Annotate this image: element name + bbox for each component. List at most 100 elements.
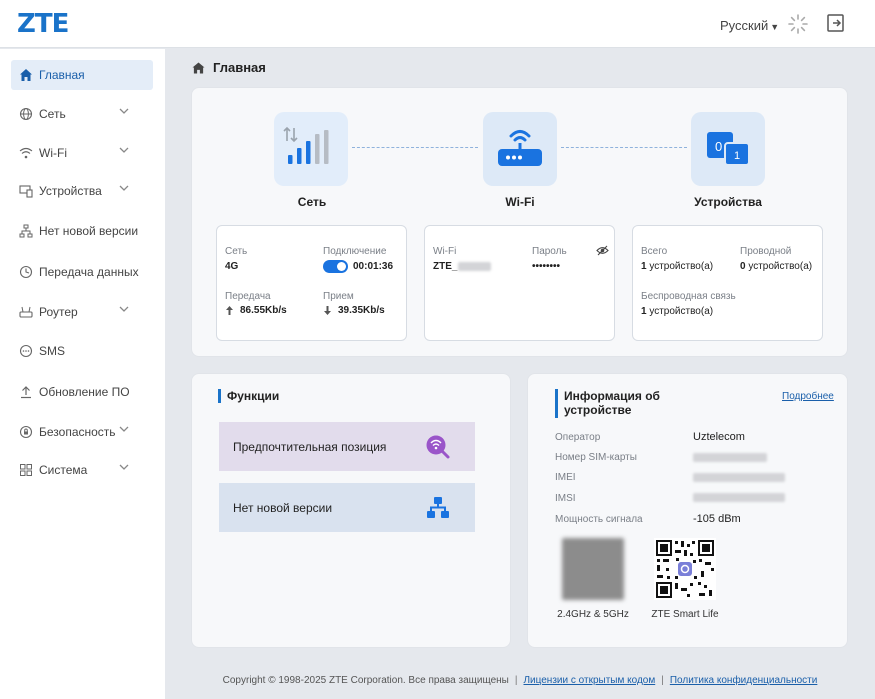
sidebar-item-sms[interactable]: SMS [11, 336, 153, 366]
open-source-license-link[interactable]: Лицензии с открытым кодом [523, 675, 655, 686]
connection-toggle[interactable] [323, 260, 348, 273]
page-title: Главная [192, 60, 266, 75]
copyright-text: Copyright © 1998-2025 ZTE Corporation. В… [222, 675, 509, 686]
signal-strength-value: -105 dBm [693, 513, 741, 525]
sidebar-item-router[interactable]: Роутер [11, 297, 153, 327]
grid-icon [20, 464, 32, 476]
ssid-value: ZTE_ [433, 261, 458, 272]
router-wifi-icon [498, 130, 542, 166]
sidebar-item-label: SMS [39, 344, 66, 358]
devices-icon [19, 185, 33, 198]
network-stats-box: Сеть 4G Подключение 00:01:36 Передача 86… [216, 225, 407, 341]
wifi-stats-box: Wi-Fi ZTE_ Пароль •••••••• [424, 225, 615, 341]
imsi-redacted [693, 493, 785, 502]
privacy-policy-link[interactable]: Политика конфиденциальности [670, 675, 818, 686]
mesh-network-icon [427, 497, 449, 518]
wired-devices-value: 0 устройство(а) [740, 261, 813, 272]
clock-icon [19, 265, 33, 279]
sidebar-item-label: Устройства [39, 184, 102, 198]
app-qr-code [654, 538, 716, 600]
signal-bars-icon [283, 126, 329, 164]
arrow-down-icon [324, 306, 331, 315]
language-select[interactable]: Русский ▼ [720, 18, 779, 33]
sidebar-item-update[interactable]: Обновление ПО [11, 377, 153, 407]
sidebar-item-devices[interactable]: Устройства [11, 176, 153, 206]
sms-icon [19, 344, 33, 358]
function-label: Нет новой версии [233, 500, 333, 515]
sidebar-item-system[interactable]: Система [11, 455, 153, 485]
sidebar-item-mesh[interactable]: Нет новой версии [11, 216, 153, 246]
footer-separator: | [661, 675, 664, 686]
connector-line [352, 147, 478, 148]
device-info-title: Информация об устройстве [555, 389, 670, 418]
wifi-tile[interactable] [483, 112, 557, 186]
svg-text:0: 0 [715, 139, 722, 154]
upload-value: 86.55Kb/s [240, 305, 287, 316]
sidebar-item-label: Передача данных [39, 265, 139, 279]
mesh-icon [19, 224, 33, 238]
upload-label: Передача [225, 291, 271, 302]
wired-devices-label: Проводной [740, 246, 792, 257]
chevron-down-icon [119, 147, 129, 153]
router-icon [19, 306, 33, 318]
ssid-redacted [458, 262, 491, 271]
net-type-label: Сеть [225, 246, 248, 257]
sidebar-item-label: Главная [39, 68, 85, 82]
sidebar-item-data-transfer[interactable]: Передача данных [11, 257, 153, 287]
no-new-version-button[interactable]: Нет новой версии [219, 483, 475, 532]
devices-label: Устройства [694, 195, 762, 209]
signal-strength-label: Мощность сигнала [555, 514, 643, 525]
operator-label: Оператор [555, 432, 601, 443]
svg-text:1: 1 [734, 150, 740, 162]
total-devices-label: Всего [641, 246, 668, 257]
devices-tile[interactable]: 0 1 [691, 112, 765, 186]
functions-title: Функции [218, 389, 279, 404]
password-label: Пароль [532, 246, 567, 257]
sidebar-item-label: Система [39, 463, 88, 477]
chevron-down-icon [119, 185, 129, 191]
sidebar-item-label: Обновление ПО [39, 385, 130, 399]
wifi-icon [19, 147, 33, 159]
language-label: Русский [720, 18, 769, 33]
net-type-value: 4G [225, 261, 239, 272]
download-label: Прием [323, 291, 354, 302]
zte-logo: ZTE [17, 9, 69, 39]
network-tile[interactable] [274, 112, 348, 186]
sidebar-item-network[interactable]: Сеть [11, 99, 153, 129]
total-devices-value: 1 устройство(а) [641, 261, 714, 272]
top-header: ZTE Русский ▼ [0, 0, 875, 48]
devices-count-icon: 0 1 [707, 132, 750, 166]
sidebar-item-label: Сеть [39, 107, 66, 121]
sidebar-item-label: Роутер [39, 305, 78, 319]
globe-icon [19, 107, 33, 121]
eye-hidden-icon[interactable] [596, 245, 609, 256]
sidebar-item-wifi[interactable]: Wi-Fi [11, 138, 153, 168]
app-qr-caption: ZTE Smart Life [651, 609, 719, 620]
logout-icon[interactable] [826, 13, 846, 33]
page-title-text: Главная [213, 60, 266, 75]
preferred-position-button[interactable]: Предпочтительная позиция [219, 422, 475, 471]
chevron-down-icon [119, 464, 129, 470]
chevron-down-icon [119, 108, 129, 114]
shield-icon [19, 425, 33, 439]
signal-search-icon [426, 435, 450, 459]
wireless-devices-label: Беспроводная связь [641, 291, 736, 302]
imei-label: IMEI [555, 472, 576, 483]
operator-value: Uztelecom [693, 431, 745, 443]
details-link[interactable]: Подробнее [782, 391, 834, 402]
caret-down-icon: ▼ [770, 22, 780, 32]
sim-number-label: Номер SIM-карты [555, 452, 637, 463]
imsi-label: IMSI [555, 493, 576, 504]
wifi-qr-code-blurred [562, 538, 624, 600]
function-label: Предпочтительная позиция [233, 439, 387, 454]
sidebar-item-home[interactable]: Главная [11, 60, 153, 90]
sidebar-item-security[interactable]: Безопасность [11, 417, 153, 447]
arrow-up-icon [226, 306, 233, 315]
network-label: Сеть [297, 195, 327, 209]
chevron-down-icon [119, 306, 129, 312]
connector-line [561, 147, 687, 148]
ssid-label: Wi-Fi [433, 246, 457, 257]
sidebar-item-label: Wi-Fi [39, 146, 67, 160]
wireless-devices-value: 1 устройство(а) [641, 306, 714, 317]
download-value: 39.35Kb/s [338, 305, 385, 316]
